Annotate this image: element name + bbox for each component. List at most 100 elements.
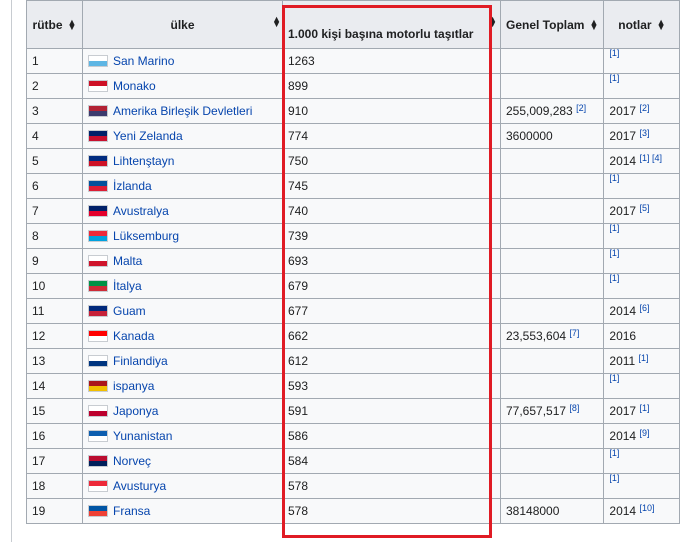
note-ref-link[interactable]: [1] bbox=[609, 275, 619, 284]
country-link[interactable]: Avusturya bbox=[113, 479, 166, 493]
note-ref-link[interactable]: [1] bbox=[639, 353, 649, 363]
header-notes-label: notlar bbox=[618, 17, 652, 32]
total-value: 23,553,604 bbox=[506, 329, 567, 343]
header-country[interactable]: ülke ▲ ▼ bbox=[82, 0, 283, 49]
country-cell: Fransa bbox=[82, 498, 283, 524]
note-ref-link[interactable]: [2] bbox=[639, 103, 649, 113]
note-ref-link[interactable]: [5] bbox=[639, 203, 649, 213]
total-ref-link[interactable]: [2] bbox=[576, 103, 586, 113]
total-value: 255,009,283 bbox=[506, 104, 573, 118]
rank-cell: 10 bbox=[26, 273, 83, 299]
note-ref-link[interactable]: [10] bbox=[639, 503, 654, 513]
table-row: 19 Fransa 578 38148000 2014 [10] bbox=[26, 498, 681, 524]
rank-cell: 18 bbox=[26, 473, 83, 499]
notes-cell: 2017 [5] bbox=[603, 198, 681, 224]
note-ref-link[interactable]: [1] bbox=[609, 50, 619, 59]
header-total[interactable]: Genel Toplam ▲ ▼ bbox=[499, 0, 605, 49]
country-cell: İzlanda bbox=[82, 173, 283, 199]
flag-icon bbox=[88, 330, 108, 342]
notes-cell: [1] bbox=[603, 223, 681, 249]
country-link[interactable]: Avustralya bbox=[113, 204, 169, 218]
country-link[interactable]: Norveç bbox=[113, 454, 151, 468]
country-cell: San Marino bbox=[82, 48, 283, 74]
note-year: 2016 bbox=[609, 329, 637, 343]
note-ref-link[interactable]: [1] bbox=[609, 225, 619, 234]
note-ref-link[interactable]: [1] bbox=[609, 475, 619, 484]
vehicles-cell: 750 bbox=[282, 148, 501, 174]
country-link[interactable]: Japonya bbox=[113, 404, 158, 418]
country-cell: Malta bbox=[82, 248, 283, 274]
country-link[interactable]: Monako bbox=[113, 79, 156, 93]
flag-icon bbox=[88, 255, 108, 267]
page-left-border bbox=[11, 0, 12, 542]
country-link[interactable]: Kanada bbox=[113, 329, 154, 343]
country-link[interactable]: Yunanistan bbox=[113, 429, 172, 443]
country-link[interactable]: Lihtenştayn bbox=[113, 154, 174, 168]
note-ref-link[interactable]: [1] bbox=[609, 175, 619, 184]
header-notes[interactable]: notlar ▲ ▼ bbox=[603, 0, 681, 49]
sort-arrows-icon[interactable]: ▲ ▼ bbox=[657, 17, 666, 31]
country-link[interactable]: ispanya bbox=[113, 379, 154, 393]
rank-cell: 13 bbox=[26, 348, 83, 374]
notes-cell: [1] bbox=[603, 473, 681, 499]
country-link[interactable]: İzlanda bbox=[113, 179, 152, 193]
country-link[interactable]: San Marino bbox=[113, 54, 174, 68]
vehicles-cell: 693 bbox=[282, 248, 501, 274]
notes-cell: 2017 [1] bbox=[603, 398, 681, 424]
note-ref-link[interactable]: [1] bbox=[609, 450, 619, 459]
rank-cell: 4 bbox=[26, 123, 83, 149]
total-cell: 77,657,517 [8] bbox=[499, 398, 605, 424]
note-ref-link[interactable]: [1] bbox=[609, 375, 619, 384]
total-cell bbox=[499, 373, 605, 399]
header-total-label: Genel Toplam bbox=[506, 17, 585, 32]
country-link[interactable]: Guam bbox=[113, 304, 146, 318]
country-link[interactable]: Lüksemburg bbox=[113, 229, 179, 243]
total-cell bbox=[499, 248, 605, 274]
notes-cell: [1] bbox=[603, 48, 681, 74]
sort-arrows-icon[interactable]: ▲ ▼ bbox=[589, 17, 598, 31]
note-ref-link[interactable]: [3] bbox=[639, 128, 649, 138]
total-ref-link[interactable]: [8] bbox=[569, 403, 579, 413]
note-ref-link[interactable]: [9] bbox=[639, 428, 649, 438]
flag-icon bbox=[88, 55, 108, 67]
rank-cell: 6 bbox=[26, 173, 83, 199]
total-cell bbox=[499, 423, 605, 449]
vehicles-cell: 899 bbox=[282, 73, 501, 99]
country-link[interactable]: İtalya bbox=[113, 279, 142, 293]
total-value: 77,657,517 bbox=[506, 404, 567, 418]
vehicles-cell: 584 bbox=[282, 448, 501, 474]
note-ref-link[interactable]: [1] [4] bbox=[639, 153, 662, 163]
country-link[interactable]: Fransa bbox=[113, 504, 150, 518]
country-cell: Japonya bbox=[82, 398, 283, 424]
country-cell: Lihtenştayn bbox=[82, 148, 283, 174]
header-row: rütbe ▲ ▼ ülke ▲ ▼ 1.000 kişi başına motorlu… bbox=[26, 0, 681, 49]
sort-arrows-icon[interactable]: ▲ ▼ bbox=[488, 15, 497, 29]
country-link[interactable]: Malta bbox=[113, 254, 142, 268]
note-ref-link[interactable]: [1] bbox=[609, 75, 619, 84]
note-year: 2014 bbox=[609, 429, 637, 443]
flag-icon bbox=[88, 180, 108, 192]
table-row: 3 Amerika Birleşik Devletleri 910 255,009,2… bbox=[26, 98, 681, 124]
flag-icon bbox=[88, 205, 108, 217]
total-cell bbox=[499, 298, 605, 324]
country-link[interactable]: Amerika Birleşik Devletleri bbox=[113, 104, 252, 118]
note-ref-link[interactable]: [6] bbox=[639, 303, 649, 313]
sort-arrows-icon[interactable]: ▲ ▼ bbox=[272, 15, 281, 29]
total-ref-link[interactable]: [7] bbox=[569, 328, 579, 338]
country-link[interactable]: Finlandiya bbox=[113, 354, 168, 368]
vehicles-per-capita-table: rütbe ▲ ▼ ülke ▲ ▼ 1.000 kişi başına motorlu… bbox=[26, 0, 681, 524]
header-rank[interactable]: rütbe ▲ ▼ bbox=[26, 0, 83, 49]
header-vehicles[interactable]: 1.000 kişi başına motorlu taşıtlar ▲ ▼ bbox=[282, 0, 501, 49]
note-year: 2014 bbox=[609, 304, 637, 318]
table-row: 17 Norveç 584 [1] bbox=[26, 448, 681, 474]
sort-arrows-icon[interactable]: ▲ ▼ bbox=[68, 17, 77, 31]
vehicles-cell: 740 bbox=[282, 198, 501, 224]
table-row: 14 ispanya 593 [1] bbox=[26, 373, 681, 399]
rank-cell: 8 bbox=[26, 223, 83, 249]
note-ref-link[interactable]: [1] bbox=[639, 403, 649, 413]
flag-icon bbox=[88, 455, 108, 467]
vehicles-cell: 910 bbox=[282, 98, 501, 124]
flag-icon bbox=[88, 105, 108, 117]
note-ref-link[interactable]: [1] bbox=[609, 250, 619, 259]
country-link[interactable]: Yeni Zelanda bbox=[113, 129, 183, 143]
